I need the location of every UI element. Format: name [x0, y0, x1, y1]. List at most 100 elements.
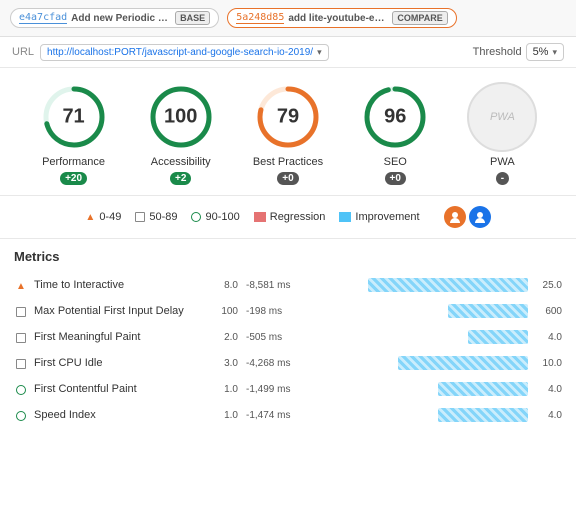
metric-bar-fcp [438, 382, 528, 396]
base-avatar [444, 206, 466, 228]
score-ring-seo: 96 [360, 82, 430, 152]
metric-delta-fmp: -505 ms [246, 332, 282, 343]
url-label: URL [12, 46, 34, 58]
metric-bar-container-fci: -4,268 ms [244, 354, 528, 372]
metric-bar-tti [368, 278, 528, 292]
circle-icon [191, 212, 201, 222]
metric-compare-si: 4.0 [534, 410, 562, 421]
legend-label-90-100: 90-100 [205, 211, 239, 223]
score-ring-accessibility: 100 [146, 82, 216, 152]
score-ring-best-practices: 79 [253, 82, 323, 152]
score-ring-performance: 71 [39, 82, 109, 152]
metric-name-fcp: First Contentful Paint [34, 383, 204, 395]
metric-icon-container-tti: ▲ [14, 278, 28, 292]
metric-icon-tti: ▲ [16, 281, 26, 292]
score-item-performance: 71 Performance +20 [39, 82, 109, 185]
legend-0-49: ▲ 0-49 [85, 211, 121, 223]
metric-bar-container-fmp: -505 ms [244, 328, 528, 346]
metric-row-fmp: First Meaningful Paint 2.0 -505 ms 4.0 [14, 324, 562, 350]
metric-base-si: 1.0 [210, 410, 238, 421]
base-commit-hash: e4a7cfad [19, 12, 67, 24]
metric-compare-fcp: 4.0 [534, 384, 562, 395]
metric-base-mpfid: 100 [210, 306, 238, 317]
metric-name-fci: First CPU Idle [34, 357, 204, 369]
score-item-pwa: PWA PWA - [467, 82, 537, 185]
metric-delta-si: -1,474 ms [246, 410, 290, 421]
metric-bar-si [438, 408, 528, 422]
threshold-select[interactable]: 5% [526, 43, 564, 61]
compare-commit-hash: 5a248d85 [236, 12, 284, 24]
metric-base-tti: 8.0 [210, 280, 238, 291]
triangle-icon: ▲ [85, 212, 95, 223]
base-commit-badge[interactable]: e4a7cfad Add new Periodic Bac... BASE [10, 8, 219, 28]
metric-icon-container-si [14, 408, 28, 422]
metric-bar-container-tti: -8,581 ms [244, 276, 528, 294]
score-value-performance: 71 [62, 106, 84, 129]
score-value-best-practices: 79 [277, 106, 299, 129]
score-value-accessibility: 100 [164, 106, 197, 129]
metric-icon-mpfid [16, 307, 26, 317]
metric-base-fmp: 2.0 [210, 332, 238, 343]
metric-icon-container-mpfid [14, 304, 28, 318]
legend-label-0-49: 0-49 [99, 211, 121, 223]
pwa-ring: PWA [467, 82, 537, 152]
metric-compare-mpfid: 600 [534, 306, 562, 317]
legend-improvement: Improvement [339, 211, 419, 223]
compare-tag: COMPARE [392, 11, 447, 25]
metric-bar-container-si: -1,474 ms [244, 406, 528, 424]
metric-bar-fci [398, 356, 528, 370]
metric-name-fmp: First Meaningful Paint [34, 331, 204, 343]
metric-name-mpfid: Max Potential First Input Delay [34, 305, 204, 317]
avatar-pair [444, 206, 491, 228]
metric-bar-container-fcp: -1,499 ms [244, 380, 528, 398]
metric-icon-fci [16, 359, 26, 369]
metrics-title: Metrics [14, 249, 562, 264]
base-commit-label: Add new Periodic Bac... [71, 13, 171, 24]
score-value-seo: 96 [384, 106, 406, 129]
legend-label-50-89: 50-89 [149, 211, 177, 223]
score-item-accessibility: 100 Accessibility +2 [146, 82, 216, 185]
metric-row-si: Speed Index 1.0 -1,474 ms 4.0 [14, 402, 562, 428]
metric-compare-fmp: 4.0 [534, 332, 562, 343]
score-delta-seo: +0 [385, 172, 406, 185]
metric-name-si: Speed Index [34, 409, 204, 421]
url-text: http://localhost:PORT/javascript-and-goo… [47, 47, 313, 58]
score-delta-performance: +20 [60, 172, 87, 185]
pwa-delta: - [496, 172, 509, 185]
score-label-best-practices: Best Practices [253, 156, 323, 168]
metric-base-fcp: 1.0 [210, 384, 238, 395]
metric-icon-fcp [16, 385, 26, 395]
score-delta-best-practices: +0 [277, 172, 298, 185]
metric-delta-fcp: -1,499 ms [246, 384, 290, 395]
metric-bar-mpfid [448, 304, 528, 318]
pwa-label-top: PWA [490, 111, 515, 123]
legend-label-regression: Regression [270, 211, 326, 223]
scores-section: 71 Performance +20 100 Accessibility +2 … [0, 68, 576, 196]
metric-icon-si [16, 411, 26, 421]
square-icon [135, 212, 145, 222]
url-bar: URL http://localhost:PORT/javascript-and… [0, 37, 576, 68]
metric-compare-tti: 25.0 [534, 280, 562, 291]
metric-bar-fmp [468, 330, 528, 344]
score-label-seo: SEO [384, 156, 407, 168]
legend-regression: Regression [254, 211, 326, 223]
metric-row-tti: ▲ Time to Interactive 8.0 -8,581 ms 25.0 [14, 272, 562, 298]
threshold-label: Threshold [473, 46, 522, 58]
metric-base-fci: 3.0 [210, 358, 238, 369]
metric-delta-mpfid: -198 ms [246, 306, 282, 317]
metrics-list: ▲ Time to Interactive 8.0 -8,581 ms 25.0… [14, 272, 562, 428]
threshold-section: Threshold 5% [473, 43, 564, 61]
url-select[interactable]: http://localhost:PORT/javascript-and-goo… [40, 44, 329, 61]
legend-50-89: 50-89 [135, 211, 177, 223]
metric-icon-container-fcp [14, 382, 28, 396]
metric-icon-container-fmp [14, 330, 28, 344]
pwa-label: PWA [490, 156, 515, 168]
regression-icon [254, 212, 266, 222]
score-item-best-practices: 79 Best Practices +0 [253, 82, 323, 185]
score-item-seo: 96 SEO +0 [360, 82, 430, 185]
compare-commit-badge[interactable]: 5a248d85 add lite-youtube-embed COMPARE [227, 8, 457, 28]
metrics-section: Metrics ▲ Time to Interactive 8.0 -8,581… [0, 239, 576, 438]
metric-icon-container-fci [14, 356, 28, 370]
compare-commit-label: add lite-youtube-embed [288, 13, 388, 24]
score-label-performance: Performance [42, 156, 105, 168]
